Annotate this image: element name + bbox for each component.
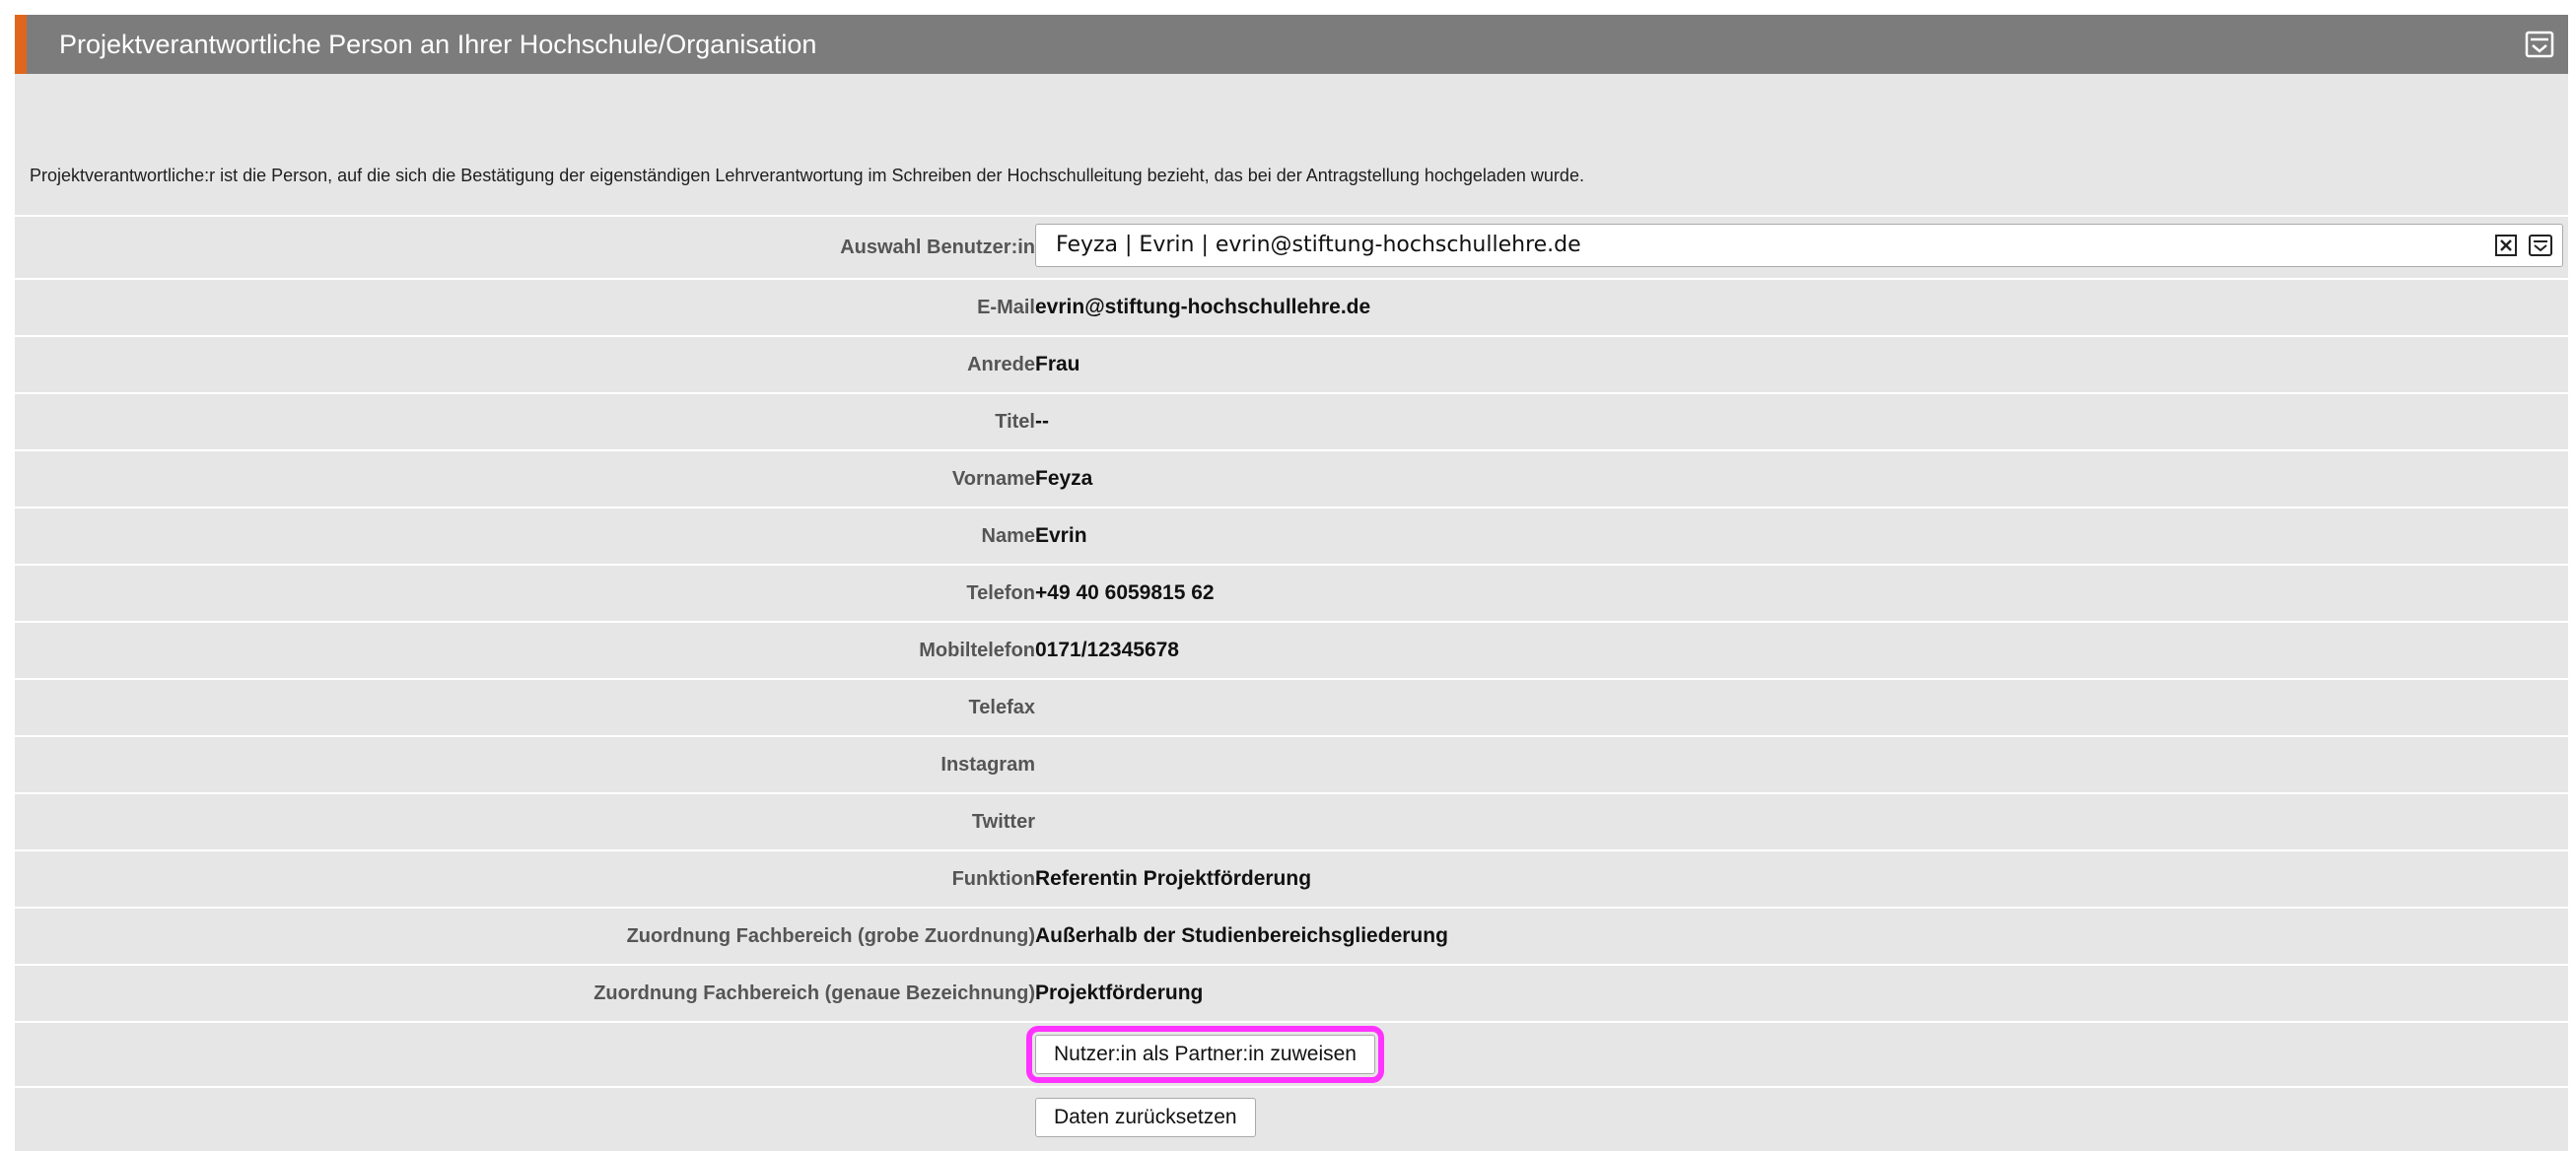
field-label: Vorname [951,468,1035,490]
field-value: Frau [1035,353,1080,375]
collapse-icon[interactable] [2525,31,2554,58]
reset-row: Daten zurücksetzen [15,1086,2568,1143]
field-label: Name [981,525,1035,547]
user-select-row: Auswahl Benutzer:in Feyza | Evrin | evri… [15,215,2568,278]
reset-data-button[interactable]: Daten zurücksetzen [1035,1098,1256,1137]
field-label: Instagram [940,754,1035,776]
field-value: +49 40 6059815 62 [1035,581,1215,604]
field-value: Feyza [1035,467,1093,490]
field-value: 0171/12345678 [1035,639,1179,661]
field-value: Außerhalb der Studienbereichsgliederung [1035,924,1448,947]
field-row-telefon: Telefon +49 40 6059815 62 [15,564,2568,621]
field-label: Funktion [951,868,1035,890]
field-label: Telefon [966,582,1035,604]
user-select-label: Auswahl Benutzer:in [840,237,1035,258]
panel-header: Projektverantwortliche Person an Ihrer H… [15,15,2568,74]
field-value: evrin@stiftung-hochschullehre.de [1035,296,1371,318]
user-select-value: Feyza | Evrin | evrin@stiftung-hochschul… [1056,233,1581,257]
field-row-twitter: Twitter [15,792,2568,849]
panel-title: Projektverantwortliche Person an Ihrer H… [59,30,817,59]
field-row-name: Name Evrin [15,507,2568,564]
assign-partner-button[interactable]: Nutzer:in als Partner:in zuweisen [1026,1026,1384,1083]
intro-text: Projektverantwortliche:r ist die Person,… [30,166,1584,185]
field-label: Telefax [968,697,1035,718]
project-responsible-panel: Projektverantwortliche Person an Ihrer H… [15,15,2568,1151]
field-row-email: E-Mail evrin@stiftung-hochschullehre.de [15,278,2568,335]
dropdown-icon[interactable] [2529,235,2552,256]
field-row-fachbereich-genau: Zuordnung Fachbereich (genaue Bezeichnun… [15,964,2568,1021]
form-rows: Auswahl Benutzer:in Feyza | Evrin | evri… [15,215,2568,1143]
clear-icon[interactable] [2495,235,2517,256]
field-label: Zuordnung Fachbereich (genaue Bezeichnun… [593,982,1035,1004]
field-label: E-Mail [977,297,1035,318]
field-row-instagram: Instagram [15,735,2568,792]
field-row-vorname: Vorname Feyza [15,449,2568,507]
field-label: Zuordnung Fachbereich (grobe Zuordnung) [626,925,1035,947]
field-value: Referentin Projektförderung [1035,867,1312,890]
field-row-anrede: Anrede Frau [15,335,2568,392]
field-value: Projektförderung [1035,982,1204,1004]
field-label: Twitter [971,811,1035,833]
field-value: -- [1035,410,1049,433]
field-row-fachbereich-grob: Zuordnung Fachbereich (grobe Zuordnung) … [15,907,2568,964]
field-row-mobiltelefon: Mobiltelefon 0171/12345678 [15,621,2568,678]
user-select[interactable]: Feyza | Evrin | evrin@stiftung-hochschul… [1035,224,2563,267]
field-row-funktion: Funktion Referentin Projektförderung [15,849,2568,907]
field-row-telefax: Telefax [15,678,2568,735]
assign-partner-row: Nutzer:in als Partner:in zuweisen [15,1021,2568,1086]
field-value: Evrin [1035,524,1087,547]
field-label: Mobiltelefon [919,640,1035,661]
field-row-titel: Titel -- [15,392,2568,449]
field-label: Anrede [967,354,1035,375]
field-label: Titel [995,411,1035,433]
